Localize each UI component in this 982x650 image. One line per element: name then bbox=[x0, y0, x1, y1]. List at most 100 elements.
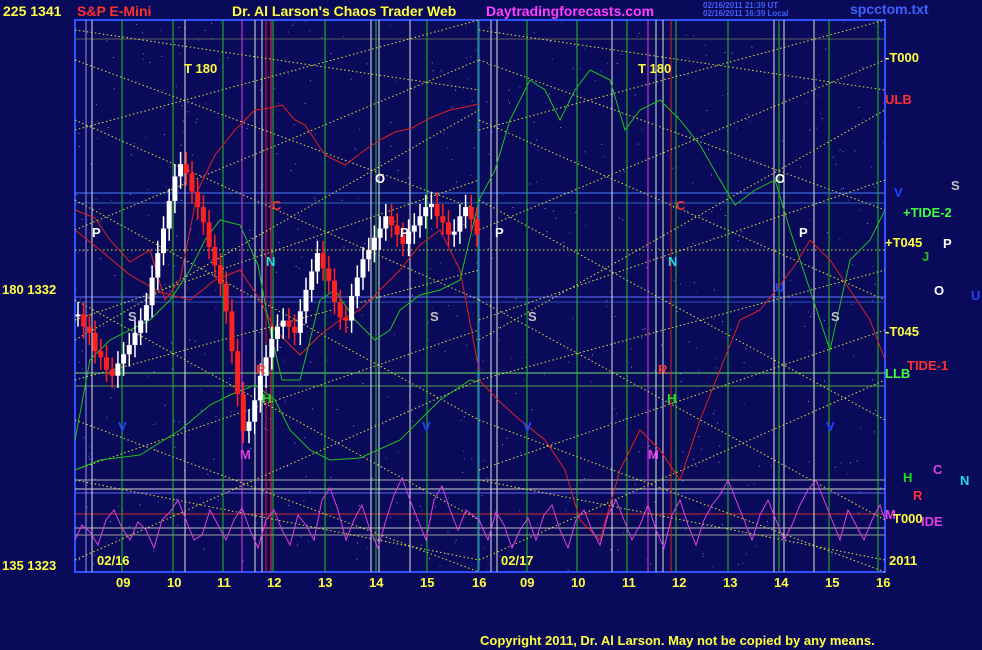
diagonal-line bbox=[478, 419, 886, 573]
price-bar-body bbox=[161, 228, 166, 254]
label-llb: LLB bbox=[885, 366, 910, 381]
marker-s: S bbox=[128, 309, 137, 324]
marker-c: C bbox=[676, 198, 686, 213]
x-tick-label: 12 bbox=[267, 575, 281, 590]
label-h: H bbox=[903, 470, 912, 485]
page-title: Dr. Al Larson's Chaos Trader Web bbox=[232, 3, 456, 19]
price-bar-body bbox=[337, 302, 343, 318]
price-bar-body bbox=[229, 311, 235, 352]
label-n: N bbox=[960, 473, 969, 488]
diagonal-line bbox=[478, 199, 886, 421]
price-bar-body bbox=[109, 369, 115, 376]
price-bar-body bbox=[149, 277, 155, 306]
price-bar-body bbox=[132, 332, 138, 346]
label-v: V bbox=[894, 185, 903, 200]
price-bar-body bbox=[474, 219, 480, 235]
price-bar-body bbox=[218, 265, 223, 284]
price-bar-body bbox=[446, 222, 451, 235]
price-bar-body bbox=[343, 317, 349, 321]
price-bar-body bbox=[297, 311, 303, 333]
right-labels: -T000 ULB V S +TIDE-2 +T045 P J O U -T04… bbox=[885, 50, 980, 529]
price-bar-body bbox=[92, 332, 98, 352]
background-stars bbox=[76, 21, 885, 571]
marker-s: S bbox=[528, 309, 537, 324]
label-t045-plus: +T045 bbox=[885, 235, 922, 250]
diagonal-line bbox=[478, 379, 886, 561]
label-ide: IDE bbox=[921, 514, 943, 529]
price-bar-body bbox=[366, 250, 372, 260]
label-c: C bbox=[933, 462, 943, 477]
x-tick-label: 09 bbox=[116, 575, 130, 590]
x-tick-label: 11 bbox=[217, 575, 231, 590]
marker-p: P bbox=[92, 225, 101, 240]
price-bar-body bbox=[468, 207, 474, 220]
price-bar-body bbox=[86, 326, 92, 333]
price-bar-body bbox=[354, 277, 360, 296]
price-bar-body bbox=[178, 164, 184, 177]
marker-o: O bbox=[775, 171, 785, 186]
price-bar-body bbox=[183, 164, 189, 174]
diagonal-line bbox=[478, 329, 886, 471]
diagonal-line bbox=[74, 59, 480, 211]
price-bar-body bbox=[423, 207, 429, 217]
marker-r: R bbox=[658, 362, 668, 377]
price-bar-body bbox=[389, 216, 394, 226]
marker-p: P bbox=[400, 225, 409, 240]
price-bar-body bbox=[428, 204, 434, 208]
marker-c: C bbox=[272, 198, 282, 213]
marker-v: V bbox=[422, 419, 431, 434]
price-bar-body bbox=[75, 314, 81, 317]
label-o: O bbox=[934, 283, 944, 298]
price-bar-body bbox=[286, 320, 292, 327]
price-bar-body bbox=[349, 296, 355, 321]
copyright-footer: Copyright 2011, Dr. Al Larson. May not b… bbox=[480, 633, 875, 648]
marker-p: P bbox=[495, 225, 504, 240]
diagonal-line bbox=[74, 419, 480, 573]
marker-t180: T 180 bbox=[184, 61, 217, 76]
header: 225 1341 S&P E-Mini Dr. Al Larson's Chao… bbox=[3, 1, 929, 19]
marker-m: M bbox=[648, 447, 659, 462]
year-label: 2011 bbox=[889, 553, 917, 568]
marker-r: R bbox=[256, 362, 266, 377]
price-bar-body bbox=[303, 289, 309, 312]
label-tide2: +TIDE-2 bbox=[903, 205, 952, 220]
label-t000-top: -T000 bbox=[885, 50, 919, 65]
x-tick-label: 16 bbox=[876, 575, 890, 590]
price-bar-body bbox=[451, 231, 457, 235]
top-price-label: 225 1341 bbox=[3, 3, 62, 19]
price-bar-body bbox=[309, 271, 315, 290]
x-tick-label: 15 bbox=[825, 575, 839, 590]
diagonal-line bbox=[478, 59, 886, 211]
price-bar-body bbox=[371, 237, 377, 250]
diagonal-line bbox=[478, 19, 886, 131]
x-tick-label: 11 bbox=[622, 575, 636, 590]
date-label-right: 02/17 bbox=[501, 553, 534, 568]
file-name: spcctom.txt bbox=[850, 1, 929, 17]
x-tick-label: 16 bbox=[472, 575, 486, 590]
marker-t180: T 180 bbox=[638, 61, 671, 76]
price-bar-body bbox=[332, 280, 337, 303]
instrument-title: S&P E-Mini bbox=[77, 3, 151, 19]
price-bar-body bbox=[394, 225, 400, 235]
label-j: J bbox=[922, 249, 929, 264]
price-bar-body bbox=[411, 225, 417, 232]
horizontal-grid bbox=[75, 38, 885, 536]
price-bar-body bbox=[457, 216, 463, 232]
price-bar-body bbox=[206, 222, 212, 247]
price-bar-body bbox=[383, 216, 389, 229]
price-bar-body bbox=[121, 354, 127, 364]
marker-v: V bbox=[523, 419, 532, 434]
price-bar-body bbox=[280, 320, 286, 327]
x-tick-label: 13 bbox=[318, 575, 332, 590]
marker-s: S bbox=[430, 309, 439, 324]
mid-price-label: 180 1332 bbox=[2, 282, 56, 297]
price-bar-body bbox=[269, 338, 275, 358]
x-axis-ticks: 09 10 11 12 13 14 15 16 09 10 11 12 13 14 15 16 bbox=[116, 575, 890, 590]
marker-n: N bbox=[668, 254, 677, 269]
price-bar-body bbox=[275, 326, 280, 339]
price-bars bbox=[75, 151, 480, 444]
marker-u: U bbox=[775, 280, 784, 295]
marker-h: H bbox=[262, 391, 271, 406]
price-bar-body bbox=[166, 200, 172, 229]
label-t045-minus: -T045 bbox=[885, 324, 919, 339]
